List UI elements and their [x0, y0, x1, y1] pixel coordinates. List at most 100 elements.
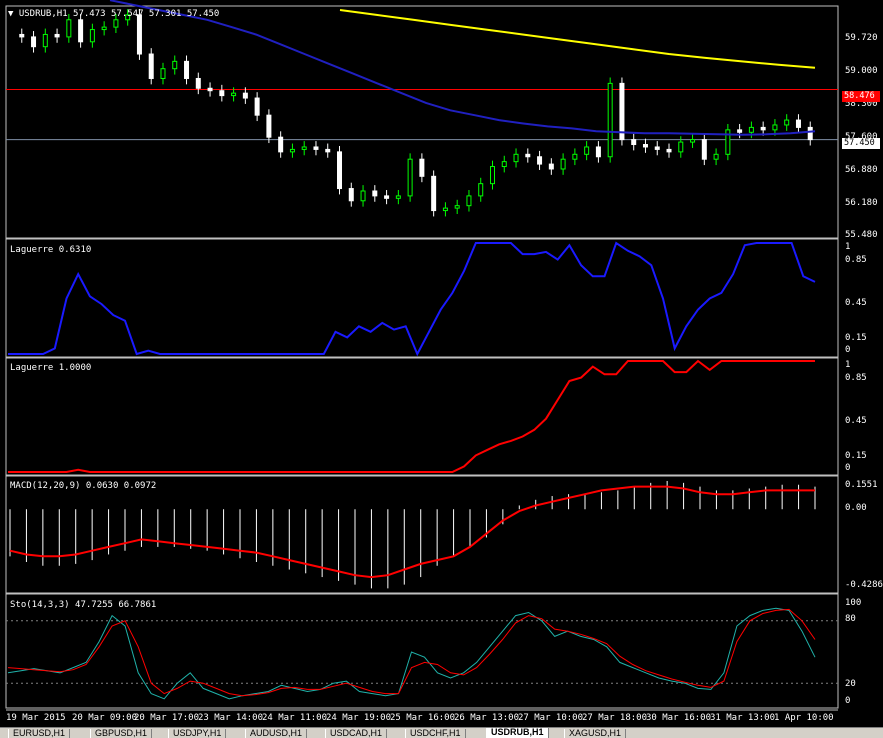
- candle-body: [89, 29, 95, 43]
- stoch-label: 100: [845, 598, 862, 608]
- stoch-label: 0: [845, 696, 851, 706]
- time-label: 1 Apr 10:00: [774, 713, 834, 723]
- candle-body: [654, 146, 660, 150]
- symbol-name: USDRUB,H1: [18, 9, 68, 19]
- chart-window[interactable]: ▼ USDRUB,H1 57.473 57.547 57.301 57.450 …: [0, 0, 883, 737]
- current-price-tag: 57.450: [842, 138, 880, 149]
- candle-body: [419, 158, 425, 177]
- laguerre1-title: Laguerre 0.6310: [10, 245, 92, 255]
- dropdown-triangle-icon[interactable]: ▼: [8, 9, 13, 19]
- candle-body: [772, 124, 778, 131]
- time-label: 31 Mar 13:00: [710, 713, 776, 723]
- stoch-main-line: [7, 607, 816, 700]
- candle-body: [431, 175, 437, 212]
- red-line-price-tag: 58.476: [842, 91, 880, 102]
- candle-body: [442, 207, 448, 212]
- candle-body: [607, 82, 613, 158]
- stoch-label: 20: [845, 679, 856, 689]
- candle-body: [701, 139, 707, 160]
- candle-body: [360, 190, 366, 202]
- candle-body: [148, 53, 154, 79]
- laguerre2-label: 0: [845, 463, 851, 473]
- symbol-tabs: EURUSD,H1 GBPUSD,H1 USDJPY,H1 AUDUSD,H1 …: [0, 727, 883, 738]
- laguerre2-label: 1: [845, 360, 851, 370]
- candle-body: [301, 146, 307, 150]
- time-label: 30 Mar 16:00: [646, 713, 712, 723]
- macd-title: MACD(12,20,9) 0.0630 0.0972: [10, 481, 157, 491]
- candle-body: [466, 195, 472, 207]
- laguerre1-label: 0.85: [845, 255, 867, 265]
- candle-body: [19, 33, 25, 38]
- candle-body: [289, 148, 295, 153]
- candle-body: [690, 139, 696, 143]
- candle-body: [242, 92, 248, 99]
- panel-frame: [5, 357, 839, 476]
- candle-body: [195, 77, 201, 89]
- candle-body: [160, 68, 166, 79]
- candle-body: [631, 139, 637, 146]
- symbol-header: ▼ USDRUB,H1 57.473 57.547 57.301 57.450: [8, 9, 219, 19]
- time-label: 20 Mar 09:00: [72, 713, 138, 723]
- candle-body: [748, 126, 754, 133]
- candle-body: [560, 158, 566, 170]
- laguerre1-label: 0.45: [845, 298, 867, 308]
- candle-body: [501, 161, 507, 168]
- candle-body: [807, 126, 813, 141]
- candle-body: [101, 26, 107, 31]
- candle-body: [713, 153, 719, 160]
- candle-body: [760, 126, 766, 131]
- price-label: 56.180: [845, 198, 878, 208]
- candle-body: [136, 14, 142, 55]
- candle-body: [678, 141, 684, 153]
- candle-body: [737, 129, 743, 133]
- candle-body: [184, 60, 190, 79]
- candle-body: [254, 97, 260, 116]
- candle-body: [278, 136, 284, 153]
- candle-body: [78, 19, 84, 43]
- laguerre1-label: 1: [845, 242, 851, 252]
- candle-body: [478, 183, 484, 197]
- candle-body: [207, 87, 213, 92]
- moving-average-yellow: [339, 9, 816, 69]
- panel-frame: [5, 593, 839, 709]
- candle-body: [395, 195, 401, 199]
- candle-body: [642, 144, 648, 148]
- macd-label: 0.00: [845, 503, 867, 513]
- candle-body: [266, 114, 272, 138]
- time-label: 19 Mar 2015: [6, 713, 66, 723]
- laguerre2-label: 0.15: [845, 451, 867, 461]
- candle-body: [537, 156, 543, 165]
- candle-body: [325, 148, 331, 153]
- time-label: 27 Mar 10:00: [518, 713, 584, 723]
- candle-body: [31, 36, 37, 48]
- candle-body: [384, 195, 390, 199]
- ohlc-values: 57.473 57.547 57.301 57.450: [73, 9, 220, 19]
- laguerre2-label: 0.45: [845, 416, 867, 426]
- candle-body: [313, 146, 319, 150]
- time-label: 24 Mar 11:00: [262, 713, 328, 723]
- candle-body: [172, 60, 178, 70]
- time-label: 26 Mar 13:00: [454, 713, 520, 723]
- time-label: 23 Mar 14:00: [198, 713, 264, 723]
- laguerre2-line: [8, 359, 815, 473]
- candle-body: [219, 90, 225, 97]
- macd-label: -0.4286: [845, 580, 883, 590]
- price-label: 59.720: [845, 33, 878, 43]
- candle-body: [595, 146, 601, 158]
- candle-body: [66, 19, 72, 38]
- laguerre1-label: 0.15: [845, 333, 867, 343]
- candle-body: [42, 33, 48, 48]
- candle-body: [372, 190, 378, 197]
- chart-canvas[interactable]: [0, 0, 883, 737]
- candle-body: [572, 153, 578, 160]
- candle-body: [666, 148, 672, 153]
- time-label: 27 Mar 18:00: [582, 713, 648, 723]
- moving-average-blue: [109, 0, 816, 136]
- candle-body: [454, 205, 460, 209]
- panel-frame: [5, 5, 839, 239]
- candle-body: [337, 151, 343, 190]
- candle-body: [54, 33, 60, 38]
- candle-body: [619, 82, 625, 141]
- laguerre1-line: [8, 241, 816, 357]
- candle-body: [548, 163, 554, 170]
